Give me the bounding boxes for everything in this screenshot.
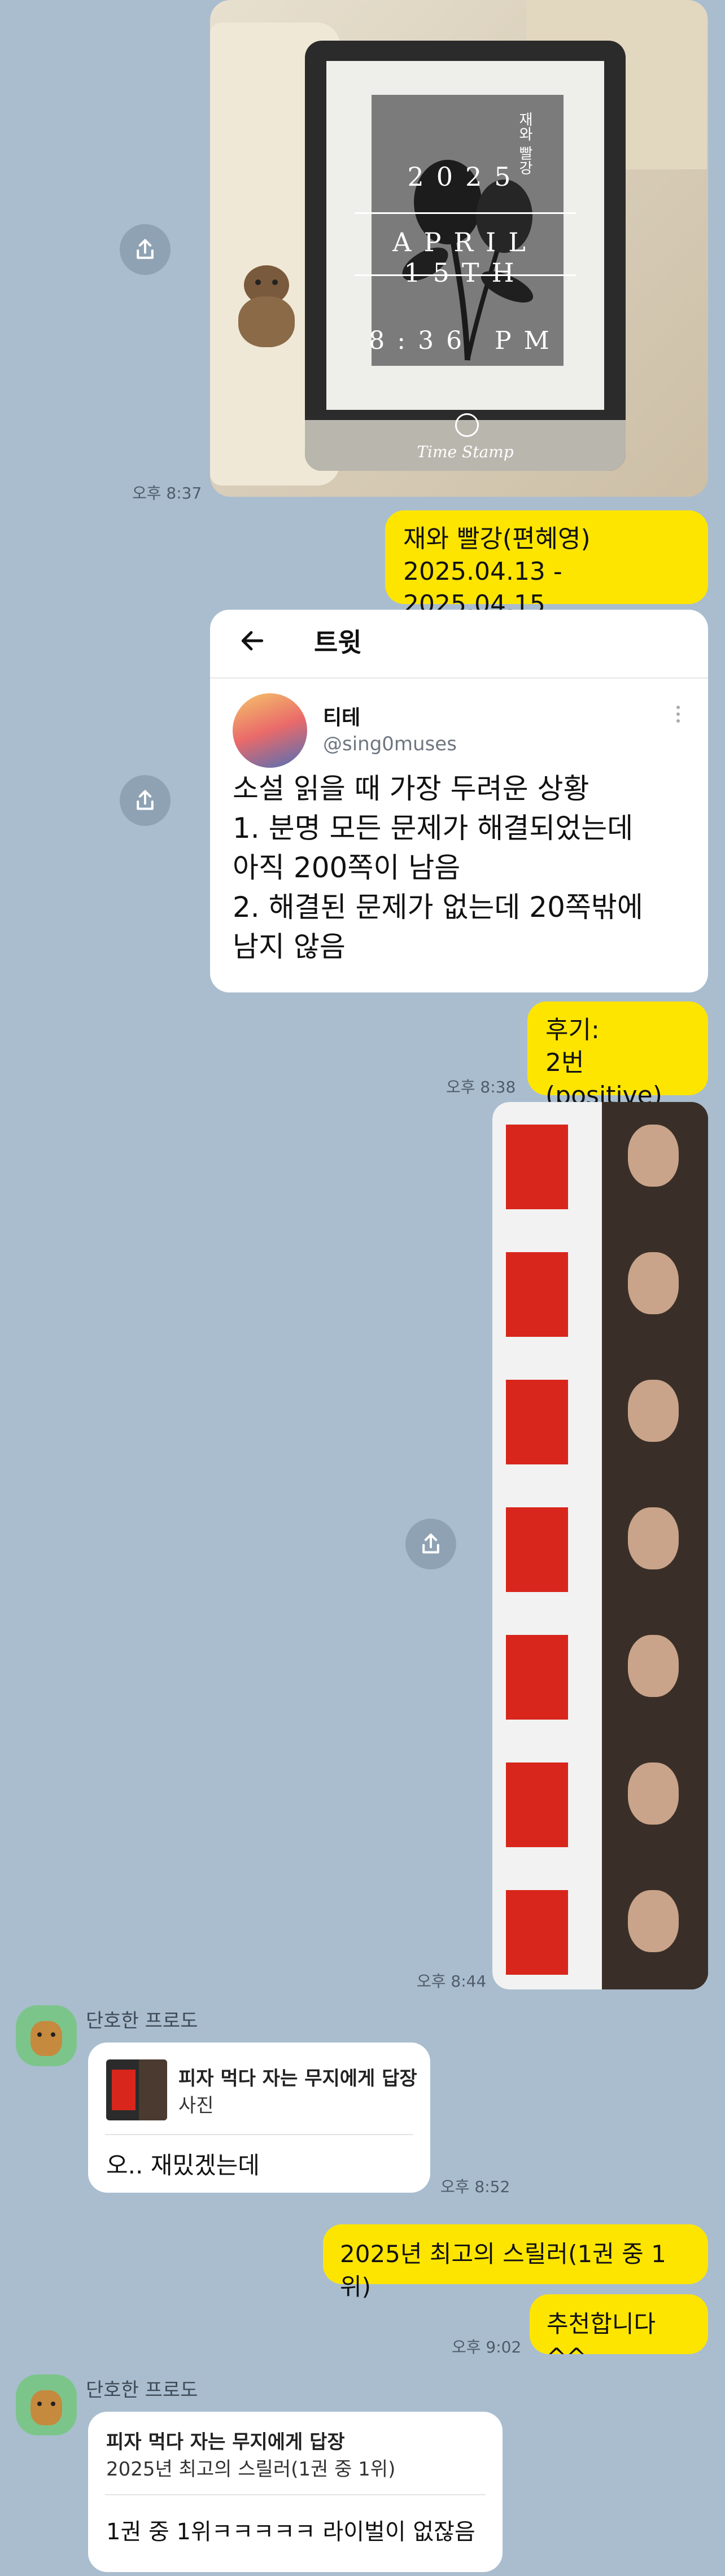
quote-thumbnail bbox=[106, 2059, 167, 2120]
my-message-bubble[interactable]: 추천합니다^^ bbox=[530, 2294, 708, 2371]
sender-name: 단호한 프로도 bbox=[86, 2010, 198, 2032]
message-time: 오후 8:38 bbox=[446, 1078, 516, 1096]
quote-title: 피자 먹다 자는 무지에게 답장 bbox=[178, 2067, 417, 2090]
message-time: 오후 8:52 bbox=[440, 2177, 510, 2196]
stamp-clock: 8:36 PM bbox=[369, 326, 562, 355]
collage-frame bbox=[492, 1230, 708, 1357]
quote-subtitle: 사진 bbox=[178, 2094, 214, 2117]
my-message-bubble[interactable]: 재와 빨강(편혜영) 2025.04.13 - 2025.04.15 bbox=[385, 510, 708, 619]
tweet-divider bbox=[210, 677, 708, 679]
share-button[interactable] bbox=[120, 224, 171, 275]
tweet-line: 1. 분명 모든 문제가 해결되었는데 bbox=[233, 812, 634, 845]
quote-divider bbox=[105, 2494, 486, 2495]
share-button[interactable] bbox=[405, 1519, 456, 1569]
avatar[interactable] bbox=[16, 2374, 77, 2435]
message-text: 재와 빨강(편혜영) bbox=[403, 524, 591, 553]
my-message-bubble[interactable]: 2025년 최고의 스릴러(1권 중 1위) bbox=[323, 2224, 708, 2301]
stamp-year: 2025 bbox=[407, 161, 523, 192]
quote-subtitle: 2025년 최고의 스릴러(1권 중 1위) bbox=[106, 2458, 396, 2481]
ereader-screen: 재와 빨강 2025 APRIL 15TH 8:36 PM bbox=[326, 61, 604, 410]
photo-message[interactable]: 재와 빨강 2025 APRIL 15TH 8:36 PM Time Stamp bbox=[210, 0, 708, 497]
reply-message-bubble[interactable]: 피자 먹다 자는 무지에게 답장 사진 오.. 재밌겠는데 bbox=[88, 2043, 430, 2193]
tweet-user-name: 티테 bbox=[323, 706, 361, 729]
message-text: 후기: bbox=[545, 1016, 600, 1044]
more-icon bbox=[676, 706, 680, 725]
quote-title: 피자 먹다 자는 무지에게 답장 bbox=[106, 2431, 345, 2453]
share-icon bbox=[137, 239, 154, 259]
share-icon bbox=[137, 790, 154, 810]
tweet-line: 남지 않음 bbox=[233, 930, 346, 963]
reply-message-bubble[interactable]: 피자 먹다 자는 무지에게 답장 2025년 최고의 스릴러(1권 중 1위) … bbox=[88, 2412, 503, 2572]
tweet-line: 소설 읽을 때 가장 두려운 상황 bbox=[233, 772, 589, 805]
tweet-header: 트윗 bbox=[314, 627, 362, 658]
avatar bbox=[233, 693, 307, 768]
my-message-bubble[interactable]: 후기: 2번(positive) bbox=[527, 1001, 708, 1110]
message-text: 2025년 최고의 스릴러(1권 중 1위) bbox=[340, 2240, 666, 2301]
share-button[interactable] bbox=[120, 775, 171, 826]
plush-bear-icon bbox=[233, 265, 300, 350]
message-text: 추천합니다^^ bbox=[547, 2310, 656, 2371]
message-text: 오.. 재밌겠는데 bbox=[106, 2151, 260, 2179]
message-time: 오후 8:44 bbox=[417, 1972, 487, 1991]
avatar[interactable] bbox=[16, 2005, 77, 2066]
quote-divider bbox=[105, 2134, 413, 2135]
tweet-user-handle: @sing0muses bbox=[323, 733, 457, 755]
stamp-label: Time Stamp bbox=[417, 443, 514, 461]
collage-frame bbox=[492, 1485, 708, 1612]
collage-frame bbox=[492, 1102, 708, 1230]
stamp-date: APRIL 15TH bbox=[392, 227, 538, 288]
collage-frame bbox=[492, 1612, 708, 1740]
message-time: 오후 8:37 bbox=[132, 484, 202, 502]
collage-frame bbox=[492, 1740, 708, 1868]
tweet-body: 소설 읽을 때 가장 두려운 상황 1. 분명 모든 문제가 해결되었는데 아직… bbox=[233, 769, 643, 966]
collage-frame bbox=[492, 1868, 708, 1989]
message-time: 오후 9:02 bbox=[452, 2338, 522, 2356]
tweet-image[interactable]: 트윗 티테 @sing0muses 소설 읽을 때 가장 두려운 상황 1. 분… bbox=[210, 610, 708, 992]
sender-name: 단호한 프로도 bbox=[86, 2379, 198, 2402]
ereader-device: 재와 빨강 2025 APRIL 15TH 8:36 PM Time Stamp bbox=[305, 41, 626, 471]
tweet-line: 2. 해결된 문제가 없는데 20쪽밖에 bbox=[233, 891, 643, 924]
tweet-line: 아직 200쪽이 남음 bbox=[233, 851, 461, 884]
share-icon bbox=[422, 1533, 439, 1554]
video-collage-image[interactable] bbox=[492, 1102, 708, 1989]
message-text: 1권 중 1위ㅋㅋㅋㅋㅋ 라이벌이 없잖음 bbox=[106, 2519, 475, 2545]
stamp-divider bbox=[355, 274, 576, 276]
stamp-divider bbox=[355, 212, 576, 214]
collage-frame bbox=[492, 1357, 708, 1485]
back-arrow-icon bbox=[241, 631, 264, 651]
clock-icon bbox=[455, 413, 479, 437]
